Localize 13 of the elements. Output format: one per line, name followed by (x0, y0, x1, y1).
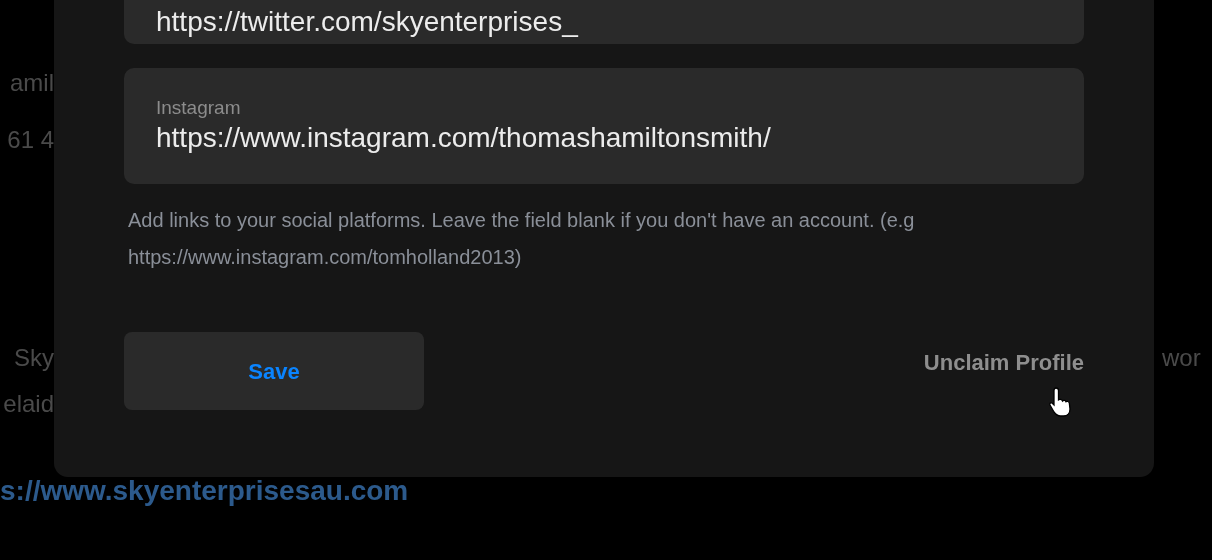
text-field[interactable]: Instagram https://www.instagram.com/thomashamiltonsmith/ (124, 68, 1084, 184)
text-field[interactable]: https://twitter.com/skyenterprises_ (124, 0, 1084, 44)
field-value: https://twitter.com/skyenterprises_ (156, 5, 579, 39)
background-text: 61 4 (7, 125, 54, 155)
field-label: Instagram (156, 96, 242, 120)
help-text: Add links to your social platforms. Leave the field blank if you don't have an account. (e.g https://www.instagram.com/tomholland2013) (127, 208, 916, 270)
unclaim-profile-link[interactable]: Unclaim Profile (923, 346, 1084, 379)
save-button[interactable]: Save (124, 332, 424, 410)
background-text: amil (10, 68, 54, 98)
field-value: https://www.instagram.com/thomashamiltonsmith/ (156, 121, 772, 155)
background-text: wor (1162, 343, 1201, 373)
background-text: elaid (3, 389, 54, 419)
background-text: Sky (14, 343, 54, 373)
